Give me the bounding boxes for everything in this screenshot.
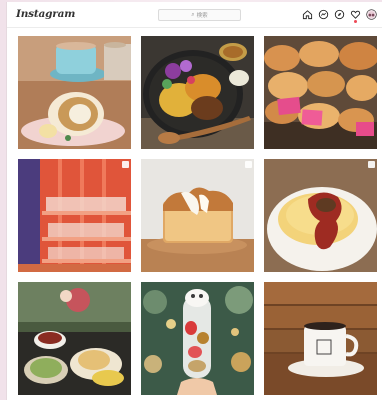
post-image — [18, 36, 131, 149]
post-tile[interactable] — [18, 36, 131, 149]
post-image — [264, 159, 377, 272]
multi-post-icon — [245, 161, 252, 168]
top-bar: Instagram ⌕ 検索 ●● — [7, 2, 382, 28]
post-image — [141, 159, 254, 272]
post-tile[interactable] — [264, 282, 377, 395]
nav-icons: ●● — [301, 8, 378, 23]
avatar[interactable]: ●● — [365, 8, 378, 21]
post-image — [141, 282, 254, 395]
post-tile[interactable] — [264, 159, 377, 272]
post-tile[interactable] — [264, 36, 377, 149]
instagram-window: Instagram ⌕ 検索 ●● — [6, 2, 382, 400]
post-tile[interactable] — [18, 282, 131, 395]
post-tile[interactable] — [18, 159, 131, 272]
home-icon[interactable] — [301, 8, 314, 21]
heart-icon[interactable] — [349, 8, 362, 23]
post-image — [141, 36, 254, 149]
post-tile[interactable] — [141, 36, 254, 149]
post-tile[interactable] — [141, 282, 254, 395]
messenger-icon[interactable] — [317, 8, 330, 21]
post-image — [18, 159, 131, 272]
multi-post-icon — [122, 161, 129, 168]
svg-text:●●: ●● — [368, 13, 374, 17]
explore-icon[interactable] — [333, 8, 346, 21]
search-input[interactable]: ⌕ 検索 — [158, 9, 241, 21]
notification-dot — [354, 20, 357, 23]
post-grid — [18, 36, 377, 395]
post-tile[interactable] — [141, 159, 254, 272]
post-image — [264, 36, 377, 149]
multi-post-icon — [368, 161, 375, 168]
post-image — [18, 282, 131, 395]
search-icon: ⌕ — [191, 11, 195, 18]
post-image — [264, 282, 377, 395]
search-placeholder: 検索 — [196, 13, 208, 19]
instagram-logo[interactable]: Instagram — [16, 8, 75, 20]
